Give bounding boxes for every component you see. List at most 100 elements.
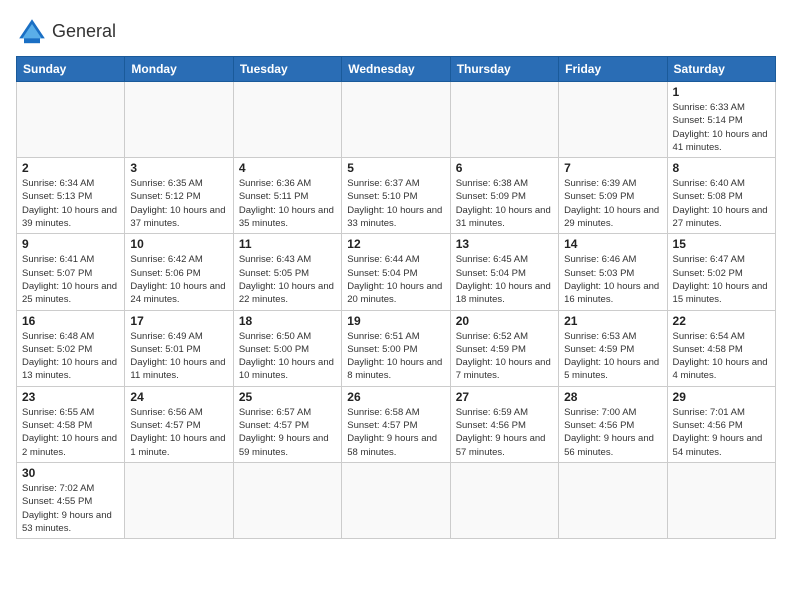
day-info: Sunrise: 6:41 AM Sunset: 5:07 PM Dayligh…	[22, 253, 119, 306]
day-cell: 25Sunrise: 6:57 AM Sunset: 4:57 PM Dayli…	[233, 386, 341, 462]
weekday-header-thursday: Thursday	[450, 57, 558, 82]
day-cell	[342, 82, 450, 158]
day-cell: 11Sunrise: 6:43 AM Sunset: 5:05 PM Dayli…	[233, 234, 341, 310]
day-cell: 27 Sunrise: 6:59 AM Sunset: 4:56 PM Dayli…	[450, 386, 558, 462]
day-cell: 12 Sunrise: 6:44 AM Sunset: 5:04 PM Dayli…	[342, 234, 450, 310]
day-cell: 14 Sunrise: 6:46 AM Sunset: 5:03 PM Dayli…	[559, 234, 667, 310]
weekday-header-saturday: Saturday	[667, 57, 775, 82]
day-number: 27	[456, 390, 553, 404]
day-info: Sunrise: 6:55 AM Sunset: 4:58 PM Dayligh…	[22, 406, 119, 459]
day-cell: 13Sunrise: 6:45 AM Sunset: 5:04 PM Dayli…	[450, 234, 558, 310]
day-info: Sunrise: 6:59 AM Sunset: 4:56 PM Dayligh…	[456, 406, 553, 459]
day-cell: 10 Sunrise: 6:42 AM Sunset: 5:06 PM Dayli…	[125, 234, 233, 310]
day-number: 24	[130, 390, 227, 404]
day-number: 1	[673, 85, 770, 99]
day-cell: 17 Sunrise: 6:49 AM Sunset: 5:01 PM Dayli…	[125, 310, 233, 386]
day-number: 4	[239, 161, 336, 175]
day-cell: 22 Sunrise: 6:54 AM Sunset: 4:58 PM Dayli…	[667, 310, 775, 386]
day-info: Sunrise: 6:33 AM Sunset: 5:14 PM Dayligh…	[673, 101, 770, 154]
day-number: 20	[456, 314, 553, 328]
day-number: 8	[673, 161, 770, 175]
day-cell: 8 Sunrise: 6:40 AM Sunset: 5:08 PM Daylig…	[667, 158, 775, 234]
day-cell: 5Sunrise: 6:37 AM Sunset: 5:10 PM Daylig…	[342, 158, 450, 234]
day-info: Sunrise: 6:58 AM Sunset: 4:57 PM Dayligh…	[347, 406, 444, 459]
day-number: 21	[564, 314, 661, 328]
day-info: Sunrise: 6:49 AM Sunset: 5:01 PM Dayligh…	[130, 330, 227, 383]
day-cell: 3Sunrise: 6:35 AM Sunset: 5:12 PM Daylig…	[125, 158, 233, 234]
day-info: Sunrise: 7:02 AM Sunset: 4:55 PM Dayligh…	[22, 482, 119, 535]
day-number: 15	[673, 237, 770, 251]
day-cell: 18 Sunrise: 6:50 AM Sunset: 5:00 PM Dayli…	[233, 310, 341, 386]
day-number: 19	[347, 314, 444, 328]
day-info: Sunrise: 6:46 AM Sunset: 5:03 PM Dayligh…	[564, 253, 661, 306]
day-cell: 4Sunrise: 6:36 AM Sunset: 5:11 PM Daylig…	[233, 158, 341, 234]
day-cell: 16 Sunrise: 6:48 AM Sunset: 5:02 PM Dayli…	[17, 310, 125, 386]
week-row-1: 1 Sunrise: 6:33 AM Sunset: 5:14 PM Daylig…	[17, 82, 776, 158]
day-info: Sunrise: 6:54 AM Sunset: 4:58 PM Dayligh…	[673, 330, 770, 383]
day-info: Sunrise: 6:51 AM Sunset: 5:00 PM Dayligh…	[347, 330, 444, 383]
day-cell: 2 Sunrise: 6:34 AM Sunset: 5:13 PM Daylig…	[17, 158, 125, 234]
day-number: 25	[239, 390, 336, 404]
day-cell: 30 Sunrise: 7:02 AM Sunset: 4:55 PM Dayli…	[17, 462, 125, 538]
day-info: Sunrise: 6:40 AM Sunset: 5:08 PM Dayligh…	[673, 177, 770, 230]
day-info: Sunrise: 6:53 AM Sunset: 4:59 PM Dayligh…	[564, 330, 661, 383]
weekday-header-row: SundayMondayTuesdayWednesdayThursdayFrid…	[17, 57, 776, 82]
day-cell: 20 Sunrise: 6:52 AM Sunset: 4:59 PM Dayli…	[450, 310, 558, 386]
day-cell: 9 Sunrise: 6:41 AM Sunset: 5:07 PM Daylig…	[17, 234, 125, 310]
day-cell: 26 Sunrise: 6:58 AM Sunset: 4:57 PM Dayli…	[342, 386, 450, 462]
day-info: Sunrise: 6:37 AM Sunset: 5:10 PM Dayligh…	[347, 177, 444, 230]
day-number: 12	[347, 237, 444, 251]
day-number: 7	[564, 161, 661, 175]
header: General	[16, 16, 776, 48]
day-cell	[17, 82, 125, 158]
weekday-header-sunday: Sunday	[17, 57, 125, 82]
page: General SundayMondayTuesdayWednesdayThur…	[0, 0, 792, 549]
week-row-4: 16 Sunrise: 6:48 AM Sunset: 5:02 PM Dayli…	[17, 310, 776, 386]
weekday-header-friday: Friday	[559, 57, 667, 82]
day-cell	[233, 82, 341, 158]
day-number: 28	[564, 390, 661, 404]
day-cell	[233, 462, 341, 538]
day-cell: 29 Sunrise: 7:01 AM Sunset: 4:56 PM Dayli…	[667, 386, 775, 462]
day-cell	[450, 462, 558, 538]
day-info: Sunrise: 6:50 AM Sunset: 5:00 PM Dayligh…	[239, 330, 336, 383]
day-number: 16	[22, 314, 119, 328]
day-number: 9	[22, 237, 119, 251]
day-cell: 1 Sunrise: 6:33 AM Sunset: 5:14 PM Daylig…	[667, 82, 775, 158]
day-info: Sunrise: 6:45 AM Sunset: 5:04 PM Dayligh…	[456, 253, 553, 306]
weekday-header-wednesday: Wednesday	[342, 57, 450, 82]
calendar: SundayMondayTuesdayWednesdayThursdayFrid…	[16, 56, 776, 539]
day-cell: 28Sunrise: 7:00 AM Sunset: 4:56 PM Dayli…	[559, 386, 667, 462]
day-number: 3	[130, 161, 227, 175]
day-number: 26	[347, 390, 444, 404]
day-cell: 7Sunrise: 6:39 AM Sunset: 5:09 PM Daylig…	[559, 158, 667, 234]
day-number: 6	[456, 161, 553, 175]
day-number: 30	[22, 466, 119, 480]
day-number: 11	[239, 237, 336, 251]
day-number: 2	[22, 161, 119, 175]
day-cell: 21 Sunrise: 6:53 AM Sunset: 4:59 PM Dayli…	[559, 310, 667, 386]
logo-text: General	[52, 22, 116, 42]
day-cell	[667, 462, 775, 538]
logo: General	[16, 16, 116, 48]
day-info: Sunrise: 6:44 AM Sunset: 5:04 PM Dayligh…	[347, 253, 444, 306]
day-cell	[559, 462, 667, 538]
day-number: 18	[239, 314, 336, 328]
day-number: 22	[673, 314, 770, 328]
day-info: Sunrise: 6:52 AM Sunset: 4:59 PM Dayligh…	[456, 330, 553, 383]
day-cell: 23Sunrise: 6:55 AM Sunset: 4:58 PM Dayli…	[17, 386, 125, 462]
day-number: 10	[130, 237, 227, 251]
day-number: 17	[130, 314, 227, 328]
week-row-3: 9 Sunrise: 6:41 AM Sunset: 5:07 PM Daylig…	[17, 234, 776, 310]
day-number: 29	[673, 390, 770, 404]
day-info: Sunrise: 6:42 AM Sunset: 5:06 PM Dayligh…	[130, 253, 227, 306]
day-info: Sunrise: 7:01 AM Sunset: 4:56 PM Dayligh…	[673, 406, 770, 459]
day-cell	[342, 462, 450, 538]
day-info: Sunrise: 6:48 AM Sunset: 5:02 PM Dayligh…	[22, 330, 119, 383]
day-info: Sunrise: 6:34 AM Sunset: 5:13 PM Dayligh…	[22, 177, 119, 230]
weekday-header-monday: Monday	[125, 57, 233, 82]
day-number: 14	[564, 237, 661, 251]
day-cell: 24Sunrise: 6:56 AM Sunset: 4:57 PM Dayli…	[125, 386, 233, 462]
logo-icon	[16, 16, 48, 48]
day-cell: 15Sunrise: 6:47 AM Sunset: 5:02 PM Dayli…	[667, 234, 775, 310]
